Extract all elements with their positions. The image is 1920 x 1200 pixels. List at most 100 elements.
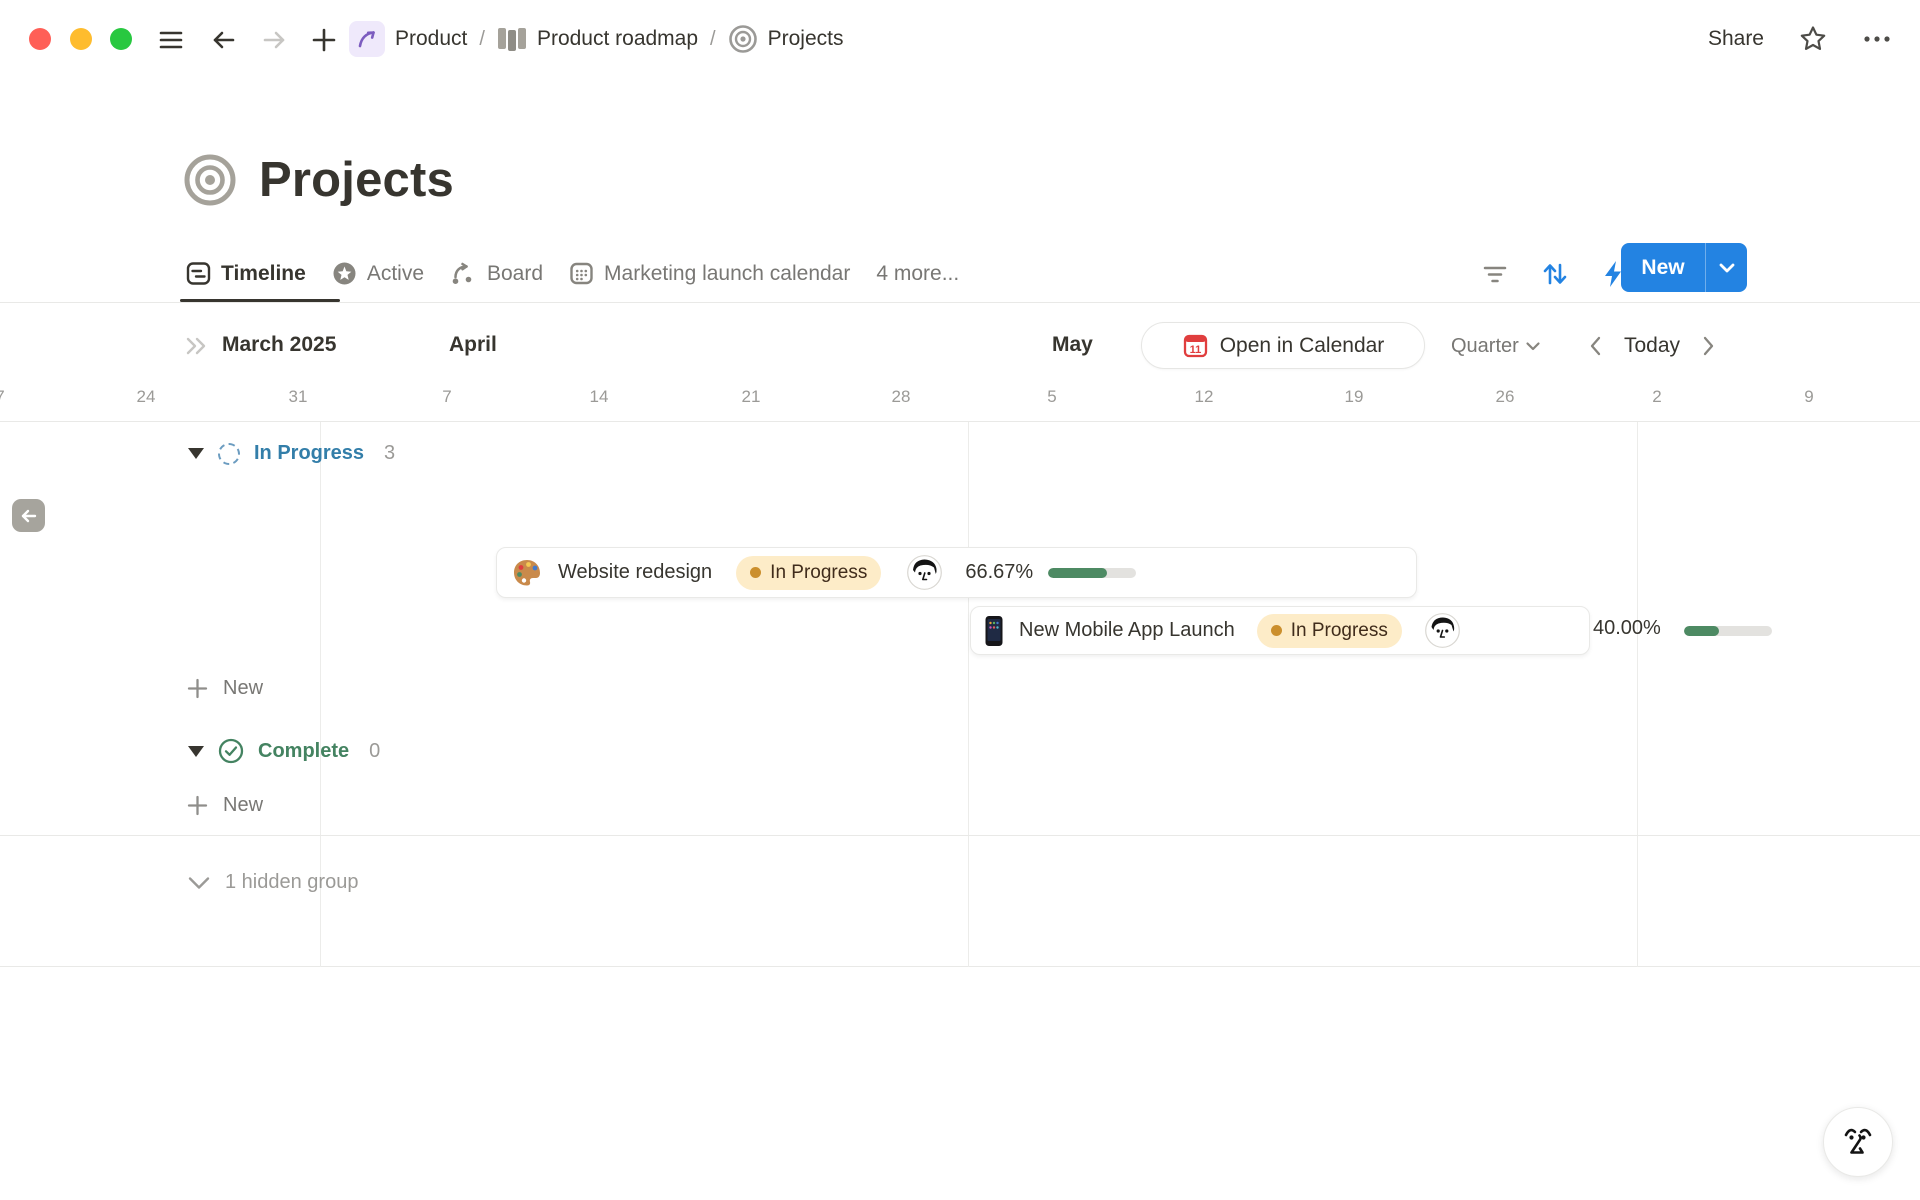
notion-window: Product / Product roadmap / Projects Sha… xyxy=(0,0,1920,1200)
month-label[interactable]: April xyxy=(449,333,497,357)
breadcrumb-item-product[interactable]: Product xyxy=(395,27,467,51)
sort-icon[interactable] xyxy=(1541,261,1569,287)
group-name[interactable]: In Progress xyxy=(254,442,364,465)
zoom-window-button[interactable] xyxy=(110,28,132,50)
group-name[interactable]: Complete xyxy=(258,740,349,763)
red-calendar-icon: 11 xyxy=(1182,332,1209,359)
arrow-left-icon xyxy=(19,506,39,526)
top-bar: Product / Product roadmap / Projects Sha… xyxy=(0,0,1920,78)
assignee-avatar xyxy=(1425,613,1460,648)
scroll-to-month-icon[interactable] xyxy=(184,335,210,357)
share-button[interactable]: Share xyxy=(1708,27,1764,51)
date-tick: 14 xyxy=(590,387,609,407)
today-button[interactable]: Today xyxy=(1624,334,1680,358)
plus-icon xyxy=(186,794,209,817)
tab-active[interactable]: Active xyxy=(332,261,424,286)
date-tick: 2 xyxy=(1652,387,1661,407)
zoom-level-label: Quarter xyxy=(1451,335,1519,358)
status-badge: In Progress xyxy=(1257,614,1402,648)
month-gridline xyxy=(1637,422,1638,967)
minimize-window-button[interactable] xyxy=(70,28,92,50)
hidden-group-toggle[interactable]: 1 hidden group xyxy=(186,871,358,894)
group-count: 0 xyxy=(369,740,380,763)
month-label[interactable]: March 2025 xyxy=(222,333,336,357)
status-dot-icon xyxy=(750,567,761,578)
launch-arrow-icon xyxy=(349,21,385,57)
timeline-bar-website-redesign[interactable]: Website redesign In Progress 66.67% xyxy=(496,547,1417,598)
back-icon[interactable] xyxy=(208,24,240,56)
breadcrumb-item-projects[interactable]: Projects xyxy=(768,27,844,51)
timeline-zoom-select[interactable]: Quarter xyxy=(1451,303,1541,389)
forward-icon[interactable] xyxy=(258,24,290,56)
date-tick: 12 xyxy=(1195,387,1214,407)
progress-bar xyxy=(1048,568,1136,578)
page-header: Projects xyxy=(183,152,454,208)
cycle-icon xyxy=(450,261,477,286)
map-icon xyxy=(497,25,527,53)
new-row-label: New xyxy=(223,794,263,817)
hidden-group-label: 1 hidden group xyxy=(225,871,358,894)
timeline-view-icon xyxy=(186,261,211,286)
target-icon[interactable] xyxy=(183,153,237,207)
open-in-calendar-label: Open in Calendar xyxy=(1220,334,1385,358)
month-label[interactable]: May xyxy=(1052,333,1093,357)
group-header-in-progress: In Progress 3 xyxy=(188,442,395,465)
new-button-group: New xyxy=(1621,243,1747,292)
tab-board[interactable]: Board xyxy=(450,261,543,286)
add-new-item-button[interactable]: New xyxy=(186,794,263,817)
breadcrumb-separator: / xyxy=(708,28,718,51)
palette-icon xyxy=(511,557,543,589)
star-circle-icon xyxy=(332,261,357,286)
open-in-calendar-button[interactable]: 11 Open in Calendar xyxy=(1141,322,1425,369)
filter-icon[interactable] xyxy=(1482,263,1508,285)
breadcrumb: Product / Product roadmap / Projects xyxy=(349,0,843,78)
new-row-label: New xyxy=(223,677,263,700)
sidebar-menu-icon[interactable] xyxy=(155,24,187,56)
add-new-item-button[interactable]: New xyxy=(186,677,263,700)
date-tick: 7 xyxy=(442,387,451,407)
svg-text:11: 11 xyxy=(1189,344,1201,356)
timeline-bar-new-mobile-app-launch[interactable]: New Mobile App Launch In Progress xyxy=(970,606,1590,655)
breadcrumb-item-product-roadmap[interactable]: Product roadmap xyxy=(537,27,698,51)
mobile-phone-icon xyxy=(984,615,1004,647)
page-title: Projects xyxy=(259,152,454,208)
bar-title: New Mobile App Launch xyxy=(1019,619,1235,642)
next-period-icon[interactable] xyxy=(1702,335,1716,357)
plus-icon xyxy=(186,677,209,700)
group-header-complete: Complete 0 xyxy=(188,738,380,764)
new-page-icon[interactable] xyxy=(308,24,340,56)
prev-period-icon[interactable] xyxy=(1588,335,1602,357)
date-tick: 24 xyxy=(137,387,156,407)
group-count: 3 xyxy=(384,442,395,465)
calendar-icon xyxy=(569,261,594,286)
complete-status-icon xyxy=(218,738,244,764)
hidden-group-separator xyxy=(0,835,1920,836)
date-tick: 26 xyxy=(1496,387,1515,407)
ai-face-icon xyxy=(1837,1119,1879,1165)
bar-title: Website redesign xyxy=(558,561,712,584)
more-options-icon[interactable] xyxy=(1862,34,1892,44)
tab-timeline[interactable]: Timeline xyxy=(186,261,306,286)
active-tab-underline xyxy=(180,299,340,302)
progress-bar xyxy=(1684,626,1772,636)
collapse-triangle-icon[interactable] xyxy=(188,448,204,459)
close-window-button[interactable] xyxy=(29,28,51,50)
tabs-more-button[interactable]: 4 more... xyxy=(876,262,959,286)
tab-marketing-launch-calendar[interactable]: Marketing launch calendar xyxy=(569,261,850,286)
tab-label: Timeline xyxy=(221,262,306,286)
timeline-body: In Progress 3 Website redesign In Progre… xyxy=(0,422,1920,967)
breadcrumb-separator: / xyxy=(477,28,487,51)
chevron-down-icon xyxy=(186,875,212,891)
date-tick: 9 xyxy=(1804,387,1813,407)
tab-label: Board xyxy=(487,262,543,286)
favorite-star-icon[interactable] xyxy=(1798,24,1828,54)
date-tick: 28 xyxy=(892,387,911,407)
scroll-back-button[interactable] xyxy=(12,499,45,532)
tab-label: Active xyxy=(367,262,424,286)
new-button[interactable]: New xyxy=(1621,243,1706,292)
notion-ai-button[interactable] xyxy=(1823,1107,1893,1177)
date-tick: 19 xyxy=(1345,387,1364,407)
new-dropdown-button[interactable] xyxy=(1706,243,1747,292)
collapse-triangle-icon[interactable] xyxy=(188,746,204,757)
chevron-down-icon xyxy=(1525,341,1541,352)
